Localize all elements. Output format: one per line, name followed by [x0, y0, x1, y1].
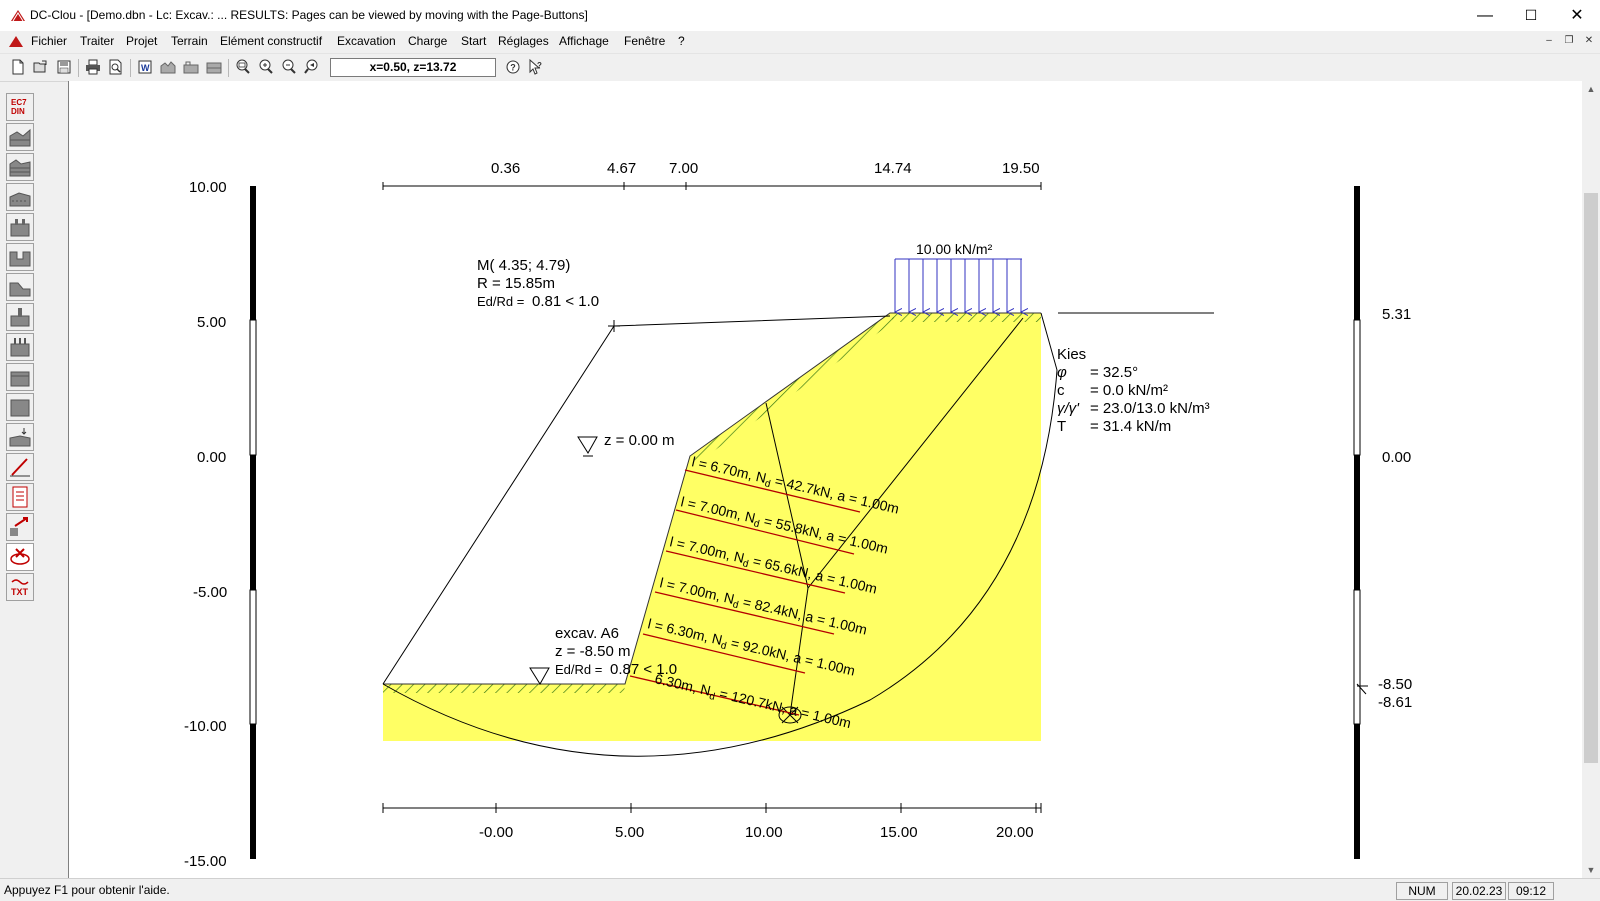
excavation-name: excav. A6	[555, 625, 619, 642]
status-message: Appuyez F1 pour obtenir l'aide.	[4, 883, 170, 897]
soil-name: Kies	[1057, 346, 1086, 363]
circle-center-cross	[608, 320, 620, 332]
status-date: 20.02.23	[1452, 882, 1506, 900]
circle-center-label: M( 4.35; 4.79)	[477, 257, 570, 274]
circle-radius-label: R = 15.85m	[477, 275, 555, 292]
top-scale-label: 14.74	[874, 160, 912, 177]
soil-phi-value: = 32.5°	[1090, 364, 1138, 381]
bottom-axis-label: 10.00	[745, 824, 783, 841]
scroll-down-icon[interactable]: ▼	[1582, 862, 1600, 878]
bottom-axis-label: 15.00	[880, 824, 918, 841]
scrollbar-thumb[interactable]	[1584, 193, 1598, 763]
status-bar: Appuyez F1 pour obtenir l'aide. NUM 20.0…	[0, 878, 1600, 901]
right-axis-label: 5.31	[1382, 306, 1411, 323]
vertical-scrollbar[interactable]: ▲ ▼	[1582, 81, 1600, 878]
bottom-axis-label: -0.00	[479, 824, 513, 841]
crest-surface-hatch	[890, 313, 1041, 322]
bottom-axis-label: 20.00	[996, 824, 1034, 841]
left-scale-bar	[249, 186, 257, 859]
left-axis-label: 5.00	[197, 314, 226, 331]
top-scale-label: 7.00	[669, 160, 698, 177]
top-scale-label: 4.67	[607, 160, 636, 177]
load-label: 10.00 kN/m²	[916, 241, 993, 257]
soil-t-value: = 31.4 kN/m	[1090, 418, 1171, 435]
soil-gamma-symbol: γ/γ'	[1057, 400, 1080, 417]
excavation-depth: z = -8.50 m	[555, 643, 630, 660]
scroll-up-icon[interactable]: ▲	[1582, 81, 1600, 97]
water-level-label: z = 0.00 m	[604, 432, 674, 449]
bottom-axis-label: 5.00	[615, 824, 644, 841]
soil-c-symbol: c	[1057, 382, 1065, 399]
left-axis-label: -10.00	[184, 718, 227, 735]
top-scale-label: 0.36	[491, 160, 520, 177]
num-lock-indicator: NUM	[1396, 882, 1448, 900]
excavation-level-symbol	[529, 667, 550, 685]
circle-ratio-value: 0.81 < 1.0	[532, 293, 599, 310]
soil-body	[383, 313, 1041, 741]
circle-ratio-label: Ed/Rd =	[477, 294, 524, 309]
right-axis-label: 0.00	[1382, 449, 1411, 466]
left-axis-label: -15.00	[184, 853, 227, 870]
top-scale-label: 19.50	[1002, 160, 1040, 177]
right-axis-label: -8.50	[1378, 676, 1412, 693]
right-scale-bar	[1353, 186, 1368, 859]
water-level-symbol	[577, 436, 598, 457]
left-axis-label: -5.00	[193, 584, 227, 601]
status-time: 09:12	[1508, 882, 1554, 900]
soil-t-symbol: T	[1057, 418, 1066, 435]
soil-gamma-value: = 23.0/13.0 kN/m³	[1090, 400, 1210, 417]
distributed-load	[895, 258, 1022, 312]
left-axis-label: 0.00	[197, 449, 226, 466]
base-surface-hatch	[383, 684, 625, 693]
excavation-ratio-label: Ed/Rd =	[555, 662, 602, 677]
stability-drawing: 10.00 kN/m² 0.36 4.67 7.00 14.74 19.50 1…	[184, 160, 1412, 870]
soil-c-value: = 0.0 kN/m²	[1090, 382, 1168, 399]
left-axis-label: 10.00	[189, 179, 227, 196]
soil-phi-symbol: φ	[1057, 364, 1067, 381]
right-axis-label: -8.61	[1378, 694, 1412, 711]
